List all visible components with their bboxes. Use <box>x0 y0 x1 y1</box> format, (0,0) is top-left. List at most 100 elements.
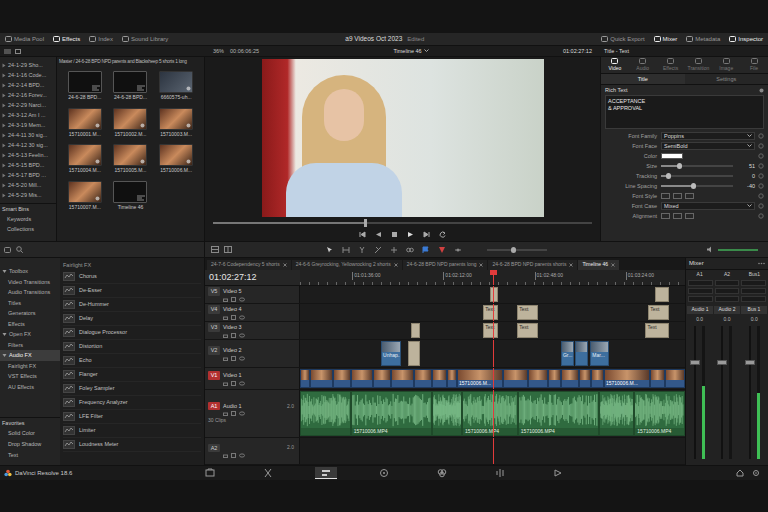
reset-icon[interactable] <box>758 153 764 159</box>
page-button[interactable] <box>257 467 279 479</box>
bin-item[interactable]: 24-4-12 30 sig... <box>0 140 56 150</box>
audio-clip[interactable]: 15710006.MP4 <box>462 391 518 436</box>
playhead[interactable] <box>493 322 494 339</box>
option-icon[interactable] <box>673 193 682 199</box>
lock-icon[interactable] <box>223 333 228 338</box>
panel-toggle-label[interactable]: Effects <box>62 35 80 44</box>
video-clip[interactable] <box>650 369 665 388</box>
dynamics-slot[interactable] <box>715 288 740 294</box>
clip-label[interactable]: Text <box>518 306 537 314</box>
playhead[interactable] <box>493 368 494 389</box>
clip-label[interactable]: Text <box>484 324 497 332</box>
dropdown-value[interactable]: Poppins <box>664 132 684 140</box>
disclosure-triangle-icon[interactable] <box>2 353 7 358</box>
trim-icon[interactable] <box>342 246 350 254</box>
clip-thumbnail[interactable] <box>113 108 147 130</box>
clip-name[interactable]: Timeline 46 <box>118 204 144 212</box>
page-button[interactable] <box>547 467 569 479</box>
timeline-tab-label[interactable]: 24-6-28 BPD NPD parents long <box>407 261 477 269</box>
panel-toggle[interactable]: Mixer <box>654 35 678 44</box>
bin-item[interactable]: 24-2-14 BPD... <box>0 80 56 90</box>
clip-name[interactable]: 15710005.M... <box>115 167 147 175</box>
rich-text-field[interactable]: ACCEPTANCE & APPROVAL <box>605 95 764 129</box>
category-label[interactable]: VST Effects <box>8 372 37 380</box>
reset-icon[interactable] <box>758 213 764 219</box>
track-name[interactable]: Video 1 <box>223 371 242 379</box>
visibility-icon[interactable] <box>239 333 245 338</box>
clip-thumbnail[interactable] <box>68 108 102 130</box>
favorite-item[interactable]: Drop Shadow <box>0 439 60 450</box>
clip-thumbnail[interactable] <box>68 71 102 93</box>
category-item[interactable]: Video Transitions <box>0 277 60 288</box>
inspector-tab[interactable]: File <box>740 57 768 73</box>
clip-name[interactable]: 24-6-28 BPD... <box>68 94 101 102</box>
video-clip[interactable] <box>575 341 588 366</box>
bin-label[interactable]: 24-2-14 BPD... <box>8 81 44 89</box>
panel-toggle-label[interactable]: Sound Library <box>131 35 168 44</box>
layout-icon[interactable] <box>224 246 232 254</box>
tab-label[interactable]: Transition <box>688 65 710 73</box>
lock-icon[interactable] <box>223 297 228 302</box>
disclosure-triangle-icon[interactable] <box>2 269 7 274</box>
track-name[interactable]: Video 4 <box>223 305 242 313</box>
eq-slot[interactable] <box>741 280 766 286</box>
track-name[interactable]: Video 2 <box>223 346 242 354</box>
category-label[interactable]: Filters <box>8 341 23 349</box>
video-clip[interactable]: Unhap... <box>381 341 401 366</box>
category-item[interactable]: Audio FX <box>0 350 60 361</box>
clip-name[interactable]: 15710003.M... <box>160 131 192 139</box>
bin-label[interactable]: 24-5-17 BPD ... <box>8 171 46 179</box>
timeline-tab-label[interactable]: 24-7-6 Codependency 5 shorts <box>211 261 280 269</box>
clip-label[interactable]: 15710006.MP4 <box>635 428 684 435</box>
insert-icon[interactable] <box>390 246 398 254</box>
loop-icon[interactable] <box>439 231 446 238</box>
auto-select-icon[interactable] <box>231 411 236 416</box>
lock-icon[interactable] <box>223 356 228 361</box>
timeline-tab-label[interactable]: Timeline 46 <box>582 261 608 269</box>
timeline-tab[interactable]: 24-6-6 Greyrocking, Yellowrocking 2 shor… <box>292 260 402 270</box>
panel-toggle-label[interactable]: Quick Export <box>610 35 644 44</box>
clip-name[interactable]: 15710007.M... <box>69 204 101 212</box>
close-icon[interactable] <box>283 263 287 267</box>
zoom-level[interactable]: 36% <box>213 47 224 55</box>
category-item[interactable]: Effects <box>0 319 60 330</box>
lock-icon[interactable] <box>223 315 228 320</box>
option-icon[interactable] <box>661 213 670 219</box>
dropdown[interactable]: Poppins <box>661 132 755 140</box>
audio-clip[interactable] <box>599 391 634 436</box>
video-clip[interactable] <box>528 369 548 388</box>
panel-toggle-label[interactable]: Media Pool <box>14 35 44 44</box>
reset-icon[interactable] <box>758 133 764 139</box>
track-id[interactable]: A2 <box>208 444 220 452</box>
category-item[interactable]: Filters <box>0 340 60 351</box>
effect-item[interactable]: Flanger <box>63 368 201 382</box>
playhead[interactable] <box>493 438 494 464</box>
video-clip[interactable] <box>414 369 432 388</box>
video-clip[interactable]: 15710006.M... <box>457 369 503 388</box>
bin-item[interactable]: 24-5-17 BPD ... <box>0 170 56 180</box>
video-clip[interactable] <box>300 369 310 388</box>
effect-label[interactable]: LFE Filter <box>79 412 103 420</box>
inspector-tab[interactable]: Audio <box>629 57 657 73</box>
lock-icon[interactable] <box>223 411 228 416</box>
bin-label[interactable]: 24-3-19 Mem... <box>8 121 45 129</box>
clip-label[interactable]: Mar... <box>591 352 608 360</box>
panel-toggle[interactable]: Sound Library <box>122 35 168 44</box>
effect-label[interactable]: Delay <box>79 314 93 322</box>
bin-item[interactable]: 24-1-29 Sho... <box>0 60 56 70</box>
category-item[interactable]: AU Effects <box>0 382 60 393</box>
panel-toggle[interactable]: Quick Export <box>601 35 644 44</box>
fader-track[interactable] <box>694 326 696 459</box>
effect-item[interactable]: De-Hummer <box>63 298 201 312</box>
bin-item[interactable]: 24-2-29 Narci... <box>0 100 56 110</box>
bin-label[interactable]: 24-2-29 Narci... <box>8 101 46 109</box>
pool-clip[interactable]: 15710002.M... <box>108 108 154 139</box>
bin-item[interactable]: 24-5-15 BPD... <box>0 160 56 170</box>
tab-label[interactable]: Audio <box>636 65 649 73</box>
effect-label[interactable]: De-Hummer <box>79 300 109 308</box>
effect-item[interactable]: Echo <box>63 354 201 368</box>
reset-icon[interactable] <box>758 203 764 209</box>
inspector-tab[interactable]: Video <box>601 57 629 73</box>
effect-item[interactable]: Loudness Meter <box>63 438 201 452</box>
clip-label[interactable]: Unhap... <box>382 352 400 360</box>
